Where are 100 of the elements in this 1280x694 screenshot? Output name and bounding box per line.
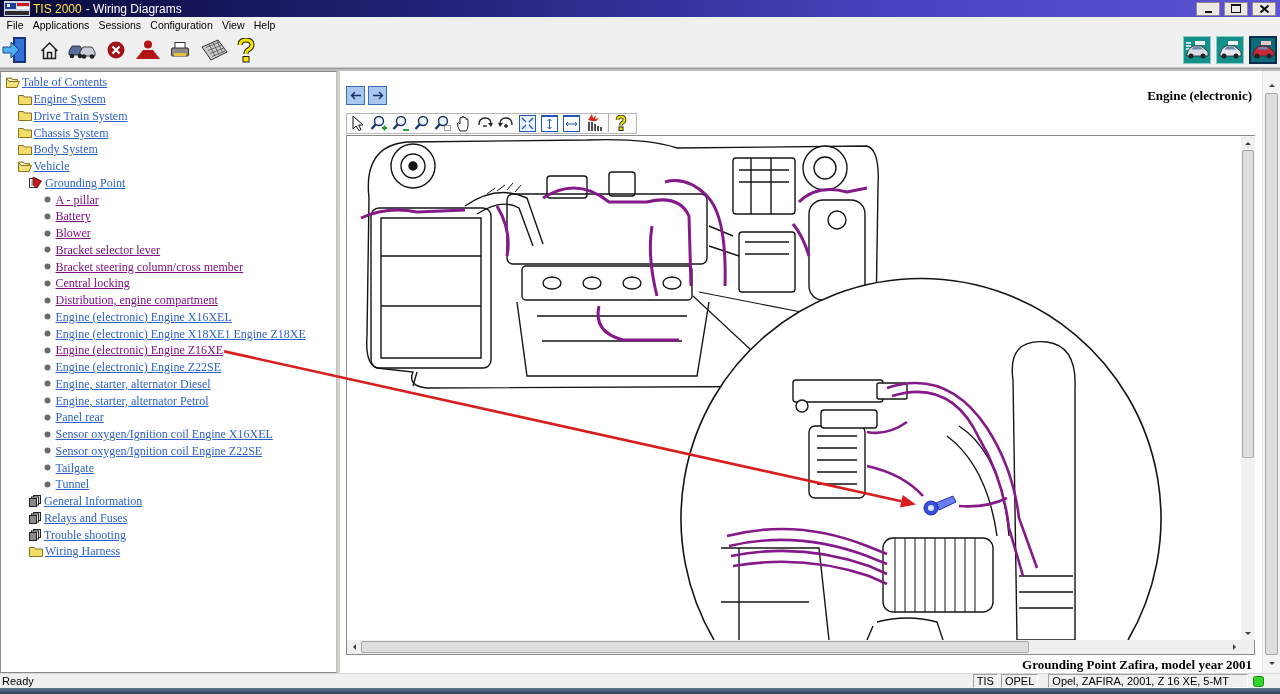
- spark-icon[interactable]: [585, 114, 603, 133]
- fit-width-icon[interactable]: [563, 114, 580, 132]
- tree-link[interactable]: Engine (electronic) Engine Z22SE: [55, 358, 222, 377]
- status-panel: Opel, ZAFIRA, 2001, Z 16 XE, 5-MT: [1048, 674, 1248, 688]
- status-light-icon: [1253, 675, 1264, 687]
- magnifier-icon[interactable]: [414, 115, 429, 132]
- tree-link[interactable]: Wiring Harness: [45, 542, 121, 561]
- menu-item[interactable]: Applications: [28, 17, 94, 33]
- ground-bolt: [923, 495, 957, 516]
- rotate-right-icon[interactable]: [498, 116, 514, 131]
- tree-link[interactable]: Central locking: [55, 274, 130, 293]
- maximize-icon: [1231, 4, 1241, 13]
- bullet-icon: [43, 330, 51, 338]
- tree-link[interactable]: Bracket steering column/cross member: [55, 257, 244, 276]
- tree-link[interactable]: Engine, starter, alternator Diesel: [55, 374, 211, 393]
- tree-link[interactable]: Engine, starter, alternator Petrol: [55, 391, 209, 410]
- tree-link[interactable]: Engine System: [33, 90, 106, 109]
- hand-icon[interactable]: [456, 114, 472, 132]
- arrow-left-icon: [349, 91, 362, 101]
- fit-height-icon[interactable]: [541, 114, 558, 132]
- arrow-right-icon: [371, 91, 384, 101]
- menu-item[interactable]: Help: [249, 17, 280, 33]
- menu-item[interactable]: Sessions: [93, 17, 146, 33]
- tree-link[interactable]: Engine (electronic) Engine Z16XE: [55, 341, 224, 360]
- fit-all-icon[interactable]: [519, 114, 536, 132]
- tree-link[interactable]: Blower: [55, 224, 91, 243]
- tree-link[interactable]: Bracket selector lever: [55, 240, 161, 259]
- view-button[interactable]: [1183, 36, 1211, 64]
- horizontal-scrollbar[interactable]: [347, 640, 1254, 654]
- bullet-icon: [43, 263, 51, 271]
- menu-item[interactable]: Configuration: [145, 17, 218, 33]
- bullet-icon: [43, 279, 51, 287]
- exit-door-icon[interactable]: [2, 36, 28, 64]
- forward-button[interactable]: [368, 86, 387, 106]
- close-button[interactable]: [1252, 1, 1276, 16]
- vertical-scrollbar[interactable]: [1241, 136, 1255, 640]
- tree-link[interactable]: Drive Train System: [33, 106, 128, 125]
- bullet-icon: [43, 397, 51, 405]
- view-button[interactable]: [1216, 36, 1244, 64]
- document-heading: Engine (electronic): [1147, 87, 1253, 105]
- tree-link[interactable]: Distribution, engine compartment: [55, 291, 218, 310]
- bullet-icon: [43, 313, 51, 321]
- diagram-caption: Grounding Point Zafira, model year 2001: [1022, 656, 1253, 673]
- tree-link[interactable]: Table of Contents: [22, 73, 108, 92]
- bullet-icon: [43, 196, 51, 204]
- tree-link[interactable]: Tunnel: [55, 475, 90, 494]
- tree-link[interactable]: Relays and Fuses: [44, 508, 128, 527]
- bullet-icon: [43, 464, 51, 472]
- bullet-icon: [43, 212, 51, 220]
- car-icon: [1218, 40, 1242, 60]
- tree-link[interactable]: General Information: [44, 492, 143, 511]
- cursor-icon[interactable]: [351, 115, 365, 132]
- menu-item[interactable]: View: [217, 17, 250, 33]
- tree-link[interactable]: Chassis System: [33, 123, 109, 142]
- zoom-out-icon[interactable]: [392, 114, 409, 132]
- tree-link[interactable]: Panel rear: [55, 408, 104, 427]
- bullet-icon: [43, 246, 51, 254]
- cancel-icon[interactable]: [107, 41, 125, 59]
- status-panel: OPEL: [1000, 674, 1039, 688]
- minimize-icon: [1204, 10, 1212, 13]
- bullet-icon: [43, 447, 51, 455]
- view-button[interactable]: [1249, 36, 1277, 64]
- help-icon[interactable]: [615, 115, 627, 132]
- bullet-icon: [43, 480, 51, 488]
- tree-link[interactable]: Trouble shooting: [44, 525, 126, 544]
- bullet-icon: [43, 363, 51, 371]
- menu-item[interactable]: File: [2, 17, 29, 33]
- bullet-icon: [43, 229, 51, 237]
- maximize-button[interactable]: [1224, 1, 1248, 16]
- person-icon[interactable]: [135, 40, 161, 60]
- app-name: TIS 2000: [33, 0, 82, 18]
- car-icon: [1251, 40, 1275, 60]
- zoom-area-icon[interactable]: [434, 115, 451, 132]
- app-logo-icon: [4, 1, 30, 16]
- vertical-scrollbar[interactable]: [1262, 71, 1280, 673]
- tree-link[interactable]: A - pillar: [55, 190, 99, 209]
- tree-link[interactable]: Body System: [33, 140, 98, 159]
- bullet-icon: [43, 346, 51, 354]
- tree-link[interactable]: Sensor oxygen/Ignition coil Engine X16XEL: [55, 425, 273, 444]
- zoom-in-icon[interactable]: [370, 114, 387, 132]
- tree-link[interactable]: Grounding Point: [45, 173, 126, 192]
- status-text: Ready: [1, 673, 34, 689]
- tree-link[interactable]: Engine (electronic) Engine X18XE1 Engine Z18XE: [55, 324, 306, 343]
- tree-link[interactable]: Engine (electronic) Engine X16XEL: [55, 307, 232, 326]
- status-panel: TIS: [972, 674, 998, 688]
- car-icon: [1185, 40, 1209, 60]
- tree-link[interactable]: Sensor oxygen/Ignition coil Engine Z22SE: [55, 441, 263, 460]
- bullet-icon: [43, 413, 51, 421]
- window-title: - Wiring Diagrams: [85, 0, 182, 18]
- tree-link[interactable]: Tailgate: [55, 458, 94, 477]
- bullet-icon: [43, 296, 51, 304]
- minimize-button[interactable]: [1196, 1, 1220, 16]
- back-button[interactable]: [346, 86, 365, 106]
- house-icon[interactable]: [40, 40, 59, 60]
- tree-link[interactable]: Vehicle: [33, 157, 70, 176]
- close-icon: [1259, 4, 1269, 13]
- printer-icon[interactable]: [171, 42, 189, 58]
- keyboard-icon[interactable]: [201, 39, 228, 61]
- help-icon[interactable]: [236, 37, 256, 63]
- tree-link[interactable]: Battery: [55, 207, 91, 226]
